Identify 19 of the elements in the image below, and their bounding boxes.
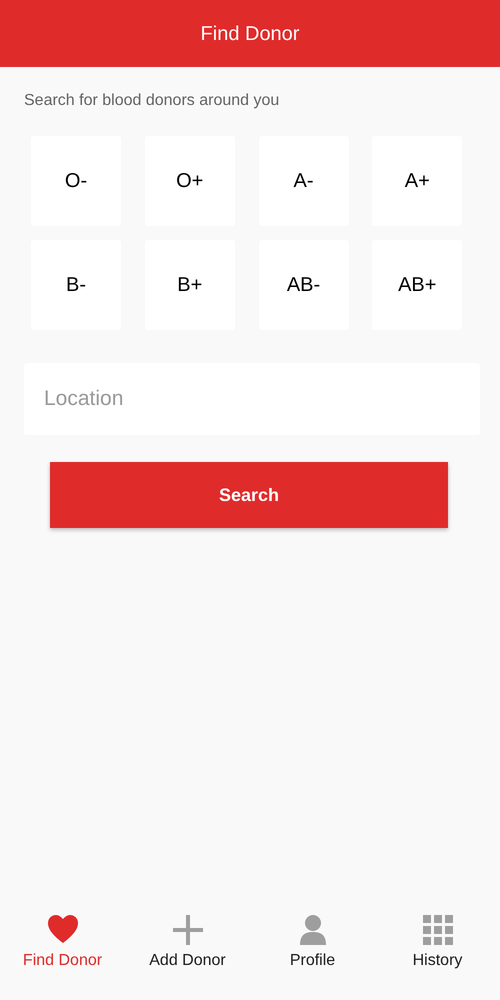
header-title: Find Donor	[200, 22, 300, 46]
nav-tab[interactable]: Profile	[250, 903, 375, 983]
blood-type-tile[interactable]: O-	[31, 136, 121, 226]
blood-type-tile[interactable]: A+	[372, 136, 462, 226]
blood-type-tile[interactable]: AB+	[372, 240, 462, 330]
location-field[interactable]: Location	[24, 363, 480, 435]
grid-icon	[422, 914, 454, 946]
plus-icon	[172, 914, 204, 946]
blood-type-tile[interactable]: A-	[258, 136, 348, 226]
blood-type-tile[interactable]: B+	[144, 240, 235, 330]
nav-tab[interactable]: Find Donor	[0, 903, 125, 983]
subtitle: Search for blood donors around you	[24, 91, 280, 111]
nav-tab[interactable]: History	[375, 903, 500, 983]
blood-type-tile[interactable]: AB-	[258, 240, 348, 330]
heart-icon	[46, 914, 78, 946]
nav-tab[interactable]: Add Donor	[125, 903, 250, 983]
search-button[interactable]: Search	[50, 462, 448, 528]
blood-type-tile[interactable]: O+	[144, 136, 235, 226]
blood-type-tile[interactable]: B-	[31, 240, 121, 330]
